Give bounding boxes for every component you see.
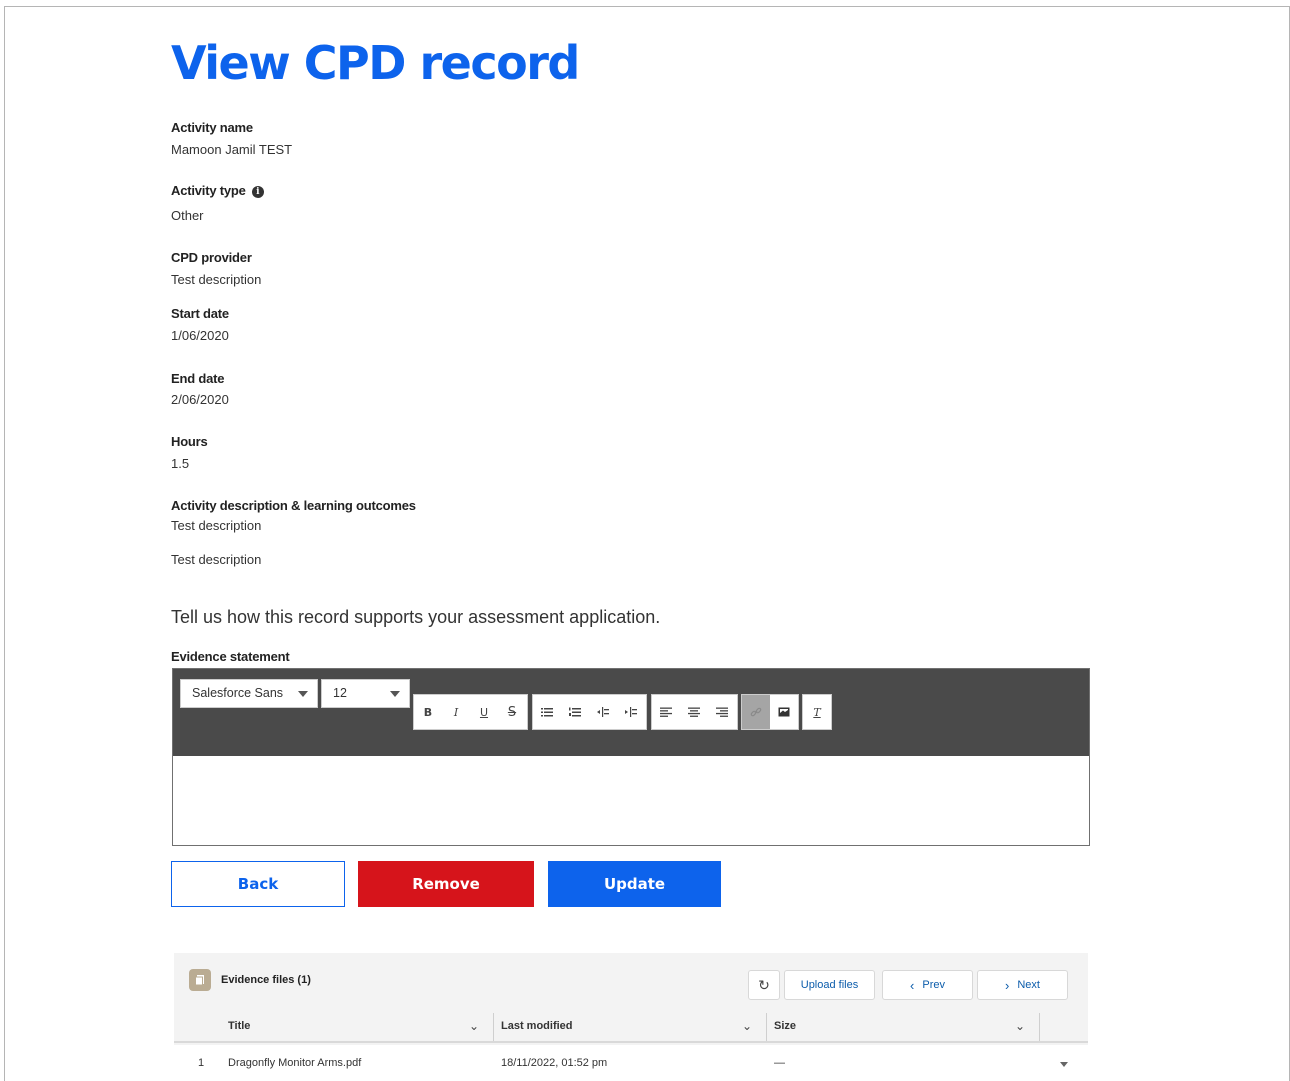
description-value-2: Test description [171, 552, 262, 567]
end-date-value: 2/06/2020 [171, 392, 229, 407]
text-format-group: B I U S [413, 694, 528, 730]
page-frame [4, 6, 1290, 1081]
column-size[interactable]: Size [774, 1011, 796, 1041]
file-title-link[interactable]: Dragonfly Monitor Arms.pdf [228, 1045, 361, 1081]
list-format-group [532, 694, 647, 730]
activity-type-label: Activity type [171, 183, 246, 198]
next-button[interactable]: › Next [977, 970, 1068, 1000]
column-divider [766, 1013, 767, 1041]
link-icon[interactable] [742, 695, 770, 729]
refresh-icon: ↻ [758, 976, 770, 993]
clear-format-group: T [802, 694, 832, 730]
insert-group [741, 694, 799, 730]
back-button[interactable]: Back [171, 861, 345, 907]
underline-icon[interactable]: U [470, 695, 498, 729]
description-value: Test description [171, 518, 262, 533]
prev-label: Prev [922, 979, 945, 991]
table-row[interactable]: 1 Dragonfly Monitor Arms.pdf 18/11/2022,… [174, 1045, 1088, 1081]
italic-icon[interactable]: I [442, 695, 470, 729]
align-group [651, 694, 738, 730]
font-size-select[interactable]: 12 [321, 679, 410, 708]
evidence-editor: Salesforce Sans 12 B I U S T [172, 668, 1090, 846]
upload-files-button[interactable]: Upload files [784, 970, 875, 1000]
column-title[interactable]: Title [228, 1011, 250, 1041]
files-header: Evidence files (1) ↻ Upload files ‹ Prev… [174, 953, 1088, 1011]
bulleted-list-icon[interactable] [533, 695, 561, 729]
chevron-down-icon[interactable]: ⌄ [1015, 1011, 1025, 1041]
prev-button[interactable]: ‹ Prev [882, 970, 973, 1000]
column-divider [493, 1013, 494, 1041]
column-last-modified[interactable]: Last modified [501, 1011, 573, 1041]
update-button[interactable]: Update [548, 861, 721, 907]
upload-files-label: Upload files [800, 979, 859, 991]
chevron-right-icon: › [1005, 977, 1010, 993]
refresh-button[interactable]: ↻ [748, 970, 780, 1000]
row-actions-icon[interactable] [1060, 1062, 1068, 1067]
evidence-statement-label: Evidence statement [171, 649, 290, 664]
info-icon[interactable]: i [251, 185, 264, 198]
font-size-value: 12 [333, 686, 347, 700]
chevron-down-icon [298, 691, 308, 697]
activity-type-value: Other [171, 208, 204, 223]
next-label: Next [1017, 979, 1040, 991]
files-table-header: Title ⌄ Last modified ⌄ Size ⌄ [174, 1011, 1088, 1043]
files-title: Evidence files (1) [221, 974, 311, 986]
evidence-textarea[interactable] [173, 756, 1089, 845]
chevron-down-icon[interactable]: ⌄ [469, 1011, 479, 1041]
start-date-label: Start date [171, 306, 229, 321]
description-label: Activity description & learning outcomes [171, 498, 416, 513]
file-icon [189, 969, 211, 991]
strikethrough-icon[interactable]: S [498, 695, 526, 729]
cpd-provider-value: Test description [171, 272, 262, 287]
bold-icon[interactable]: B [414, 695, 442, 729]
align-center-icon[interactable] [680, 695, 708, 729]
chevron-down-icon[interactable]: ⌄ [742, 1011, 752, 1041]
end-date-label: End date [171, 371, 225, 386]
hours-value: 1.5 [171, 456, 190, 471]
numbered-list-icon[interactable] [561, 695, 589, 729]
file-modified: 18/11/2022, 01:52 pm [501, 1057, 608, 1069]
outdent-icon[interactable] [617, 695, 645, 729]
column-divider [1039, 1013, 1040, 1041]
activity-name-label: Activity name [171, 120, 253, 135]
assessment-prompt: Tell us how this record supports your as… [171, 607, 661, 627]
activity-type-label-row: Activity type i [171, 183, 264, 198]
remove-button[interactable]: Remove [358, 861, 534, 907]
activity-name-value: Mamoon Jamil TEST [171, 142, 293, 157]
start-date-value: 1/06/2020 [171, 328, 229, 343]
chevron-left-icon: ‹ [910, 977, 915, 993]
indent-icon[interactable] [589, 695, 617, 729]
image-icon[interactable] [770, 695, 798, 729]
font-family-select[interactable]: Salesforce Sans [180, 679, 318, 708]
align-right-icon[interactable] [708, 695, 736, 729]
align-left-icon[interactable] [652, 695, 680, 729]
font-family-value: Salesforce Sans [192, 686, 284, 700]
row-number: 1 [198, 1057, 205, 1069]
evidence-files-card: Evidence files (1) ↻ Upload files ‹ Prev… [174, 953, 1088, 1081]
cpd-provider-label: CPD provider [171, 250, 252, 265]
file-size: — [774, 1057, 785, 1069]
hours-label: Hours [171, 434, 208, 449]
clear-formatting-icon[interactable]: T [803, 695, 831, 729]
editor-toolbar: Salesforce Sans 12 B I U S T [173, 669, 1089, 756]
chevron-down-icon [390, 691, 400, 697]
page-title: View CPD record [171, 36, 580, 90]
